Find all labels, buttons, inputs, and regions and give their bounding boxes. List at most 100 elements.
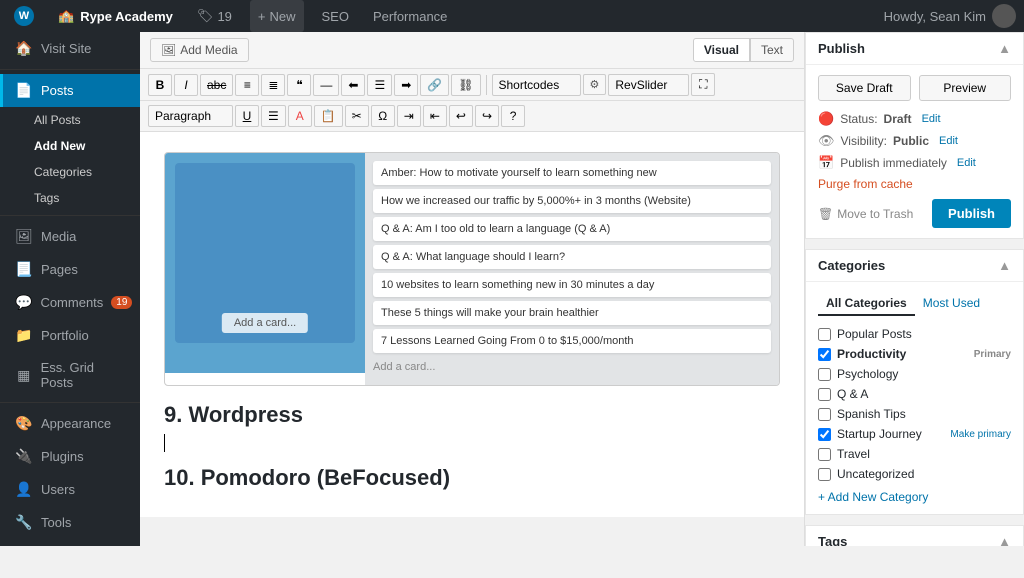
cat-checkbox-travel[interactable] [818,448,831,461]
cat-checkbox-spanish-tips[interactable] [818,408,831,421]
cat-checkbox-popular-posts[interactable] [818,328,831,341]
preview-button[interactable]: Preview [919,75,1012,101]
sidebar-item-posts[interactable]: 📄 Posts [0,74,140,107]
editor-toolbar-1: 🖼 Add Media Visual Text [140,32,804,69]
make-primary-link[interactable]: Make primary [950,429,1011,440]
site-name-link[interactable]: 🏫 Rype Academy [52,0,179,32]
wp-logo[interactable]: W [8,0,40,32]
clear-format-button[interactable]: ✂ [345,105,369,127]
tab-most-used[interactable]: Most Used [915,292,988,316]
unlink-button[interactable]: ⛓ [451,74,480,96]
undo-button[interactable]: ↩ [449,105,473,127]
sidebar-item-pages[interactable]: 📃 Pages [0,253,140,286]
align-center-button[interactable]: ☰ [367,74,392,96]
underline-button[interactable]: U [235,105,259,127]
sidebar-item-ess-grid[interactable]: ▦ Ess. Grid Posts [0,352,140,398]
cat-checkbox-uncategorized[interactable] [818,468,831,481]
new-label: New [270,9,296,24]
bullet-list-button[interactable]: ≡ [235,74,259,96]
save-draft-button[interactable]: Save Draft [818,75,911,101]
media-label: Media [41,229,76,244]
bold-button[interactable]: B [148,74,172,96]
tab-visual[interactable]: Visual [693,38,750,62]
trello-right-column: Amber: How to motivate yourself to learn… [365,153,779,385]
sidebar-item-tags[interactable]: Tags [0,185,140,211]
redo-button[interactable]: ↪ [475,105,499,127]
user-info[interactable]: Howdy, Sean Kim [884,4,1016,28]
revslider-select[interactable]: RevSlider [608,74,689,96]
revslider-icon: ⚙ [583,74,607,95]
sidebar-item-appearance[interactable]: 🎨 Appearance [0,407,140,440]
notifications-link[interactable]: 🏷 19 [191,0,238,32]
add-card-button-2[interactable]: Add a card... [373,357,771,377]
categories-postbox-body: All Categories Most Used Popular Posts P… [806,282,1023,514]
categories-toggle[interactable]: ▲ [998,258,1011,273]
cat-checkbox-psychology[interactable] [818,368,831,381]
text-color-button[interactable]: A [288,105,312,127]
shortcodes-select[interactable]: Shortcodes [492,74,581,96]
sidebar-item-all-posts[interactable]: All Posts [0,107,140,133]
outdent-button[interactable]: ⇤ [423,105,447,127]
purge-cache-link[interactable]: Purge from cache [818,177,1011,191]
publish-button[interactable]: Publish [932,199,1011,228]
tab-text[interactable]: Text [750,38,794,62]
publish-postbox: Publish ▲ Save Draft Preview 🔴 Status: D… [805,32,1024,239]
status-row: 🔴 Status: Draft Edit [818,111,1011,127]
cat-checkbox-productivity[interactable] [818,348,831,361]
blockquote-button[interactable]: ❝ [287,74,311,96]
heading-9: 9. Wordpress [164,402,780,428]
cat-checkbox-startup-journey[interactable] [818,428,831,441]
cat-checkbox-qa[interactable] [818,388,831,401]
sidebar-item-tools[interactable]: 🔧 Tools [0,506,140,539]
sidebar-item-categories[interactable]: Categories [0,159,140,185]
performance-link[interactable]: Performance [367,0,453,32]
seo-link[interactable]: SEO [316,0,355,32]
sidebar-item-settings[interactable]: ⚙ Settings [0,539,140,546]
fmt-sep-1 [486,75,487,95]
sidebar-item-media[interactable]: 🖼 Media [0,220,140,253]
link-button[interactable]: 🔗 [420,74,449,96]
admin-bar: W 🏫 Rype Academy 🏷 19 + New SEO Performa… [0,0,1024,32]
notifications-icon: 🏷 [197,8,214,24]
justify-button[interactable]: ☰ [261,105,286,127]
performance-label: Performance [373,9,447,24]
comments-badge: 19 [111,296,132,309]
sidebar-item-portfolio[interactable]: 📁 Portfolio [0,319,140,352]
publish-time-edit-link[interactable]: Edit [957,157,976,169]
cat-label-spanish-tips: Spanish Tips [837,407,906,421]
sidebar-item-visit-site[interactable]: 🏠 Visit Site [0,32,140,65]
special-char-button[interactable]: Ω [371,105,395,127]
post-editor: 🖼 Add Media Visual Text B I abc ≡ ≣ ❝ — … [140,32,804,517]
sidebar-item-users[interactable]: 👤 Users [0,473,140,506]
help-button[interactable]: ? [501,105,525,127]
paste-word-button[interactable]: 📋 [314,105,343,127]
number-list-button[interactable]: ≣ [261,74,285,96]
cat-label-startup-journey: Startup Journey [837,427,922,441]
tags-toggle[interactable]: ▲ [998,534,1011,546]
add-new-category-link[interactable]: + Add New Category [818,490,1011,504]
sidebar-item-comments[interactable]: 💬 Comments 19 [0,286,140,319]
add-media-button[interactable]: 🖼 Add Media [150,38,249,62]
editor-content[interactable]: Add a card... Amber: How to motivate you… [140,132,804,517]
align-left-button[interactable]: ⬅ [341,74,365,96]
italic-button[interactable]: I [174,74,198,96]
indent-button[interactable]: ⇥ [397,105,421,127]
move-to-trash-button[interactable]: 🗑 Move to Trash [818,207,913,221]
sidebar-item-plugins[interactable]: 🔌 Plugins [0,440,140,473]
paragraph-select[interactable]: Paragraph [148,105,233,127]
status-value: Draft [884,112,912,126]
status-edit-link[interactable]: Edit [922,113,941,125]
publish-toggle[interactable]: ▲ [998,41,1011,56]
hr-button[interactable]: — [313,74,339,96]
align-right-button[interactable]: ➡ [394,74,418,96]
visit-site-label: Visit Site [41,41,91,56]
fullscreen-button[interactable]: ⛶ [691,73,715,96]
format-bar-2: Paragraph U ☰ A 📋 ✂ Ω ⇥ ⇤ ↩ ↪ ? [140,101,804,132]
categories-tabs: All Categories Most Used [818,292,1011,316]
visibility-edit-link[interactable]: Edit [939,135,958,147]
tab-all-categories[interactable]: All Categories [818,292,915,316]
new-content-button[interactable]: + New [250,0,304,32]
strikethrough-button[interactable]: abc [200,74,233,96]
sidebar-item-add-new[interactable]: Add New [0,133,140,159]
add-card-button-1[interactable]: Add a card... [222,313,308,333]
